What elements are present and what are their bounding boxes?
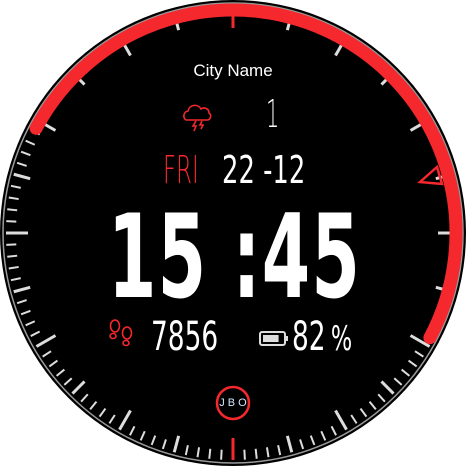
battery-percent: 82	[292, 314, 326, 360]
time-display: 15 :45	[108, 190, 361, 325]
tick-mark	[7, 208, 18, 212]
tick-mark	[243, 449, 246, 460]
tick-mark	[254, 448, 258, 459]
tick-mark	[6, 243, 17, 246]
tick-mark	[6, 220, 17, 223]
city-name: City Name	[193, 61, 273, 80]
battery-value: 82%	[292, 314, 352, 360]
tick-mark	[7, 254, 18, 258]
date-day-month: 22 -12	[222, 148, 306, 192]
tick-mark	[208, 448, 212, 459]
weekday: FRI	[163, 148, 199, 192]
watch-face: City Name 1 FRI 22 -12 15 :45 7856 82% J…	[0, 0, 466, 466]
weather-value: 1	[266, 92, 280, 136]
steps-value: 7856	[151, 314, 219, 360]
tick-mark	[220, 449, 223, 460]
brand-logo: JBO	[219, 397, 250, 409]
battery-unit: %	[330, 319, 353, 359]
